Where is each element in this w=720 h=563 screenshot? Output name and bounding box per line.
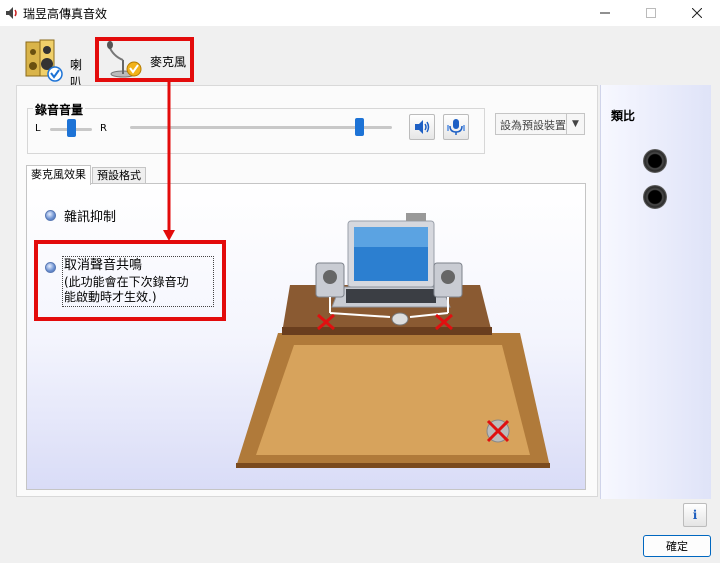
- speaker-app-icon: [4, 5, 20, 21]
- highlight-echo-cancellation: [34, 240, 226, 321]
- chevron-down-icon[interactable]: ▼: [566, 114, 584, 134]
- minimize-button[interactable]: [582, 0, 628, 26]
- device-tab-speaker[interactable]: 喇叭: [20, 34, 92, 89]
- maximize-button[interactable]: [628, 0, 674, 26]
- noise-suppression-label[interactable]: 雜訊抑制: [64, 206, 116, 225]
- audio-jack-icon[interactable]: [643, 149, 667, 173]
- mute-button[interactable]: [409, 114, 435, 140]
- audio-jack-icon[interactable]: [643, 185, 667, 209]
- volume-slider-track[interactable]: [130, 126, 392, 129]
- microphone-boost-icon: [447, 119, 465, 135]
- highlight-microphone-tab: [95, 37, 194, 82]
- close-button[interactable]: [674, 0, 720, 26]
- recording-volume-title: 錄音音量: [33, 101, 86, 118]
- analog-panel: [600, 85, 711, 499]
- window-title: 瑞昱高傳真音效: [23, 7, 108, 21]
- tab-microphone-effects[interactable]: 麥克風效果: [26, 165, 91, 185]
- balance-left-label: L: [35, 123, 41, 134]
- info-button[interactable]: i: [683, 503, 707, 527]
- balance-slider-thumb[interactable]: [67, 119, 76, 137]
- tab-default-format[interactable]: 預設格式: [92, 167, 146, 184]
- volume-slider-thumb[interactable]: [355, 118, 364, 136]
- volume-speaker-icon: [415, 120, 430, 134]
- analog-title: 類比: [611, 109, 636, 123]
- set-default-device-label: 設為預設裝置: [500, 119, 566, 132]
- ok-button[interactable]: 確定: [643, 535, 711, 557]
- noise-suppression-radio[interactable]: [45, 210, 56, 221]
- balance-right-label: R: [100, 123, 107, 134]
- microphone-boost-button[interactable]: [443, 114, 469, 140]
- echo-cancellation-illustration: [236, 213, 550, 468]
- set-default-device-dropdown[interactable]: 設為預設裝置 ▼: [495, 113, 585, 135]
- speaker-icon: [25, 39, 63, 82]
